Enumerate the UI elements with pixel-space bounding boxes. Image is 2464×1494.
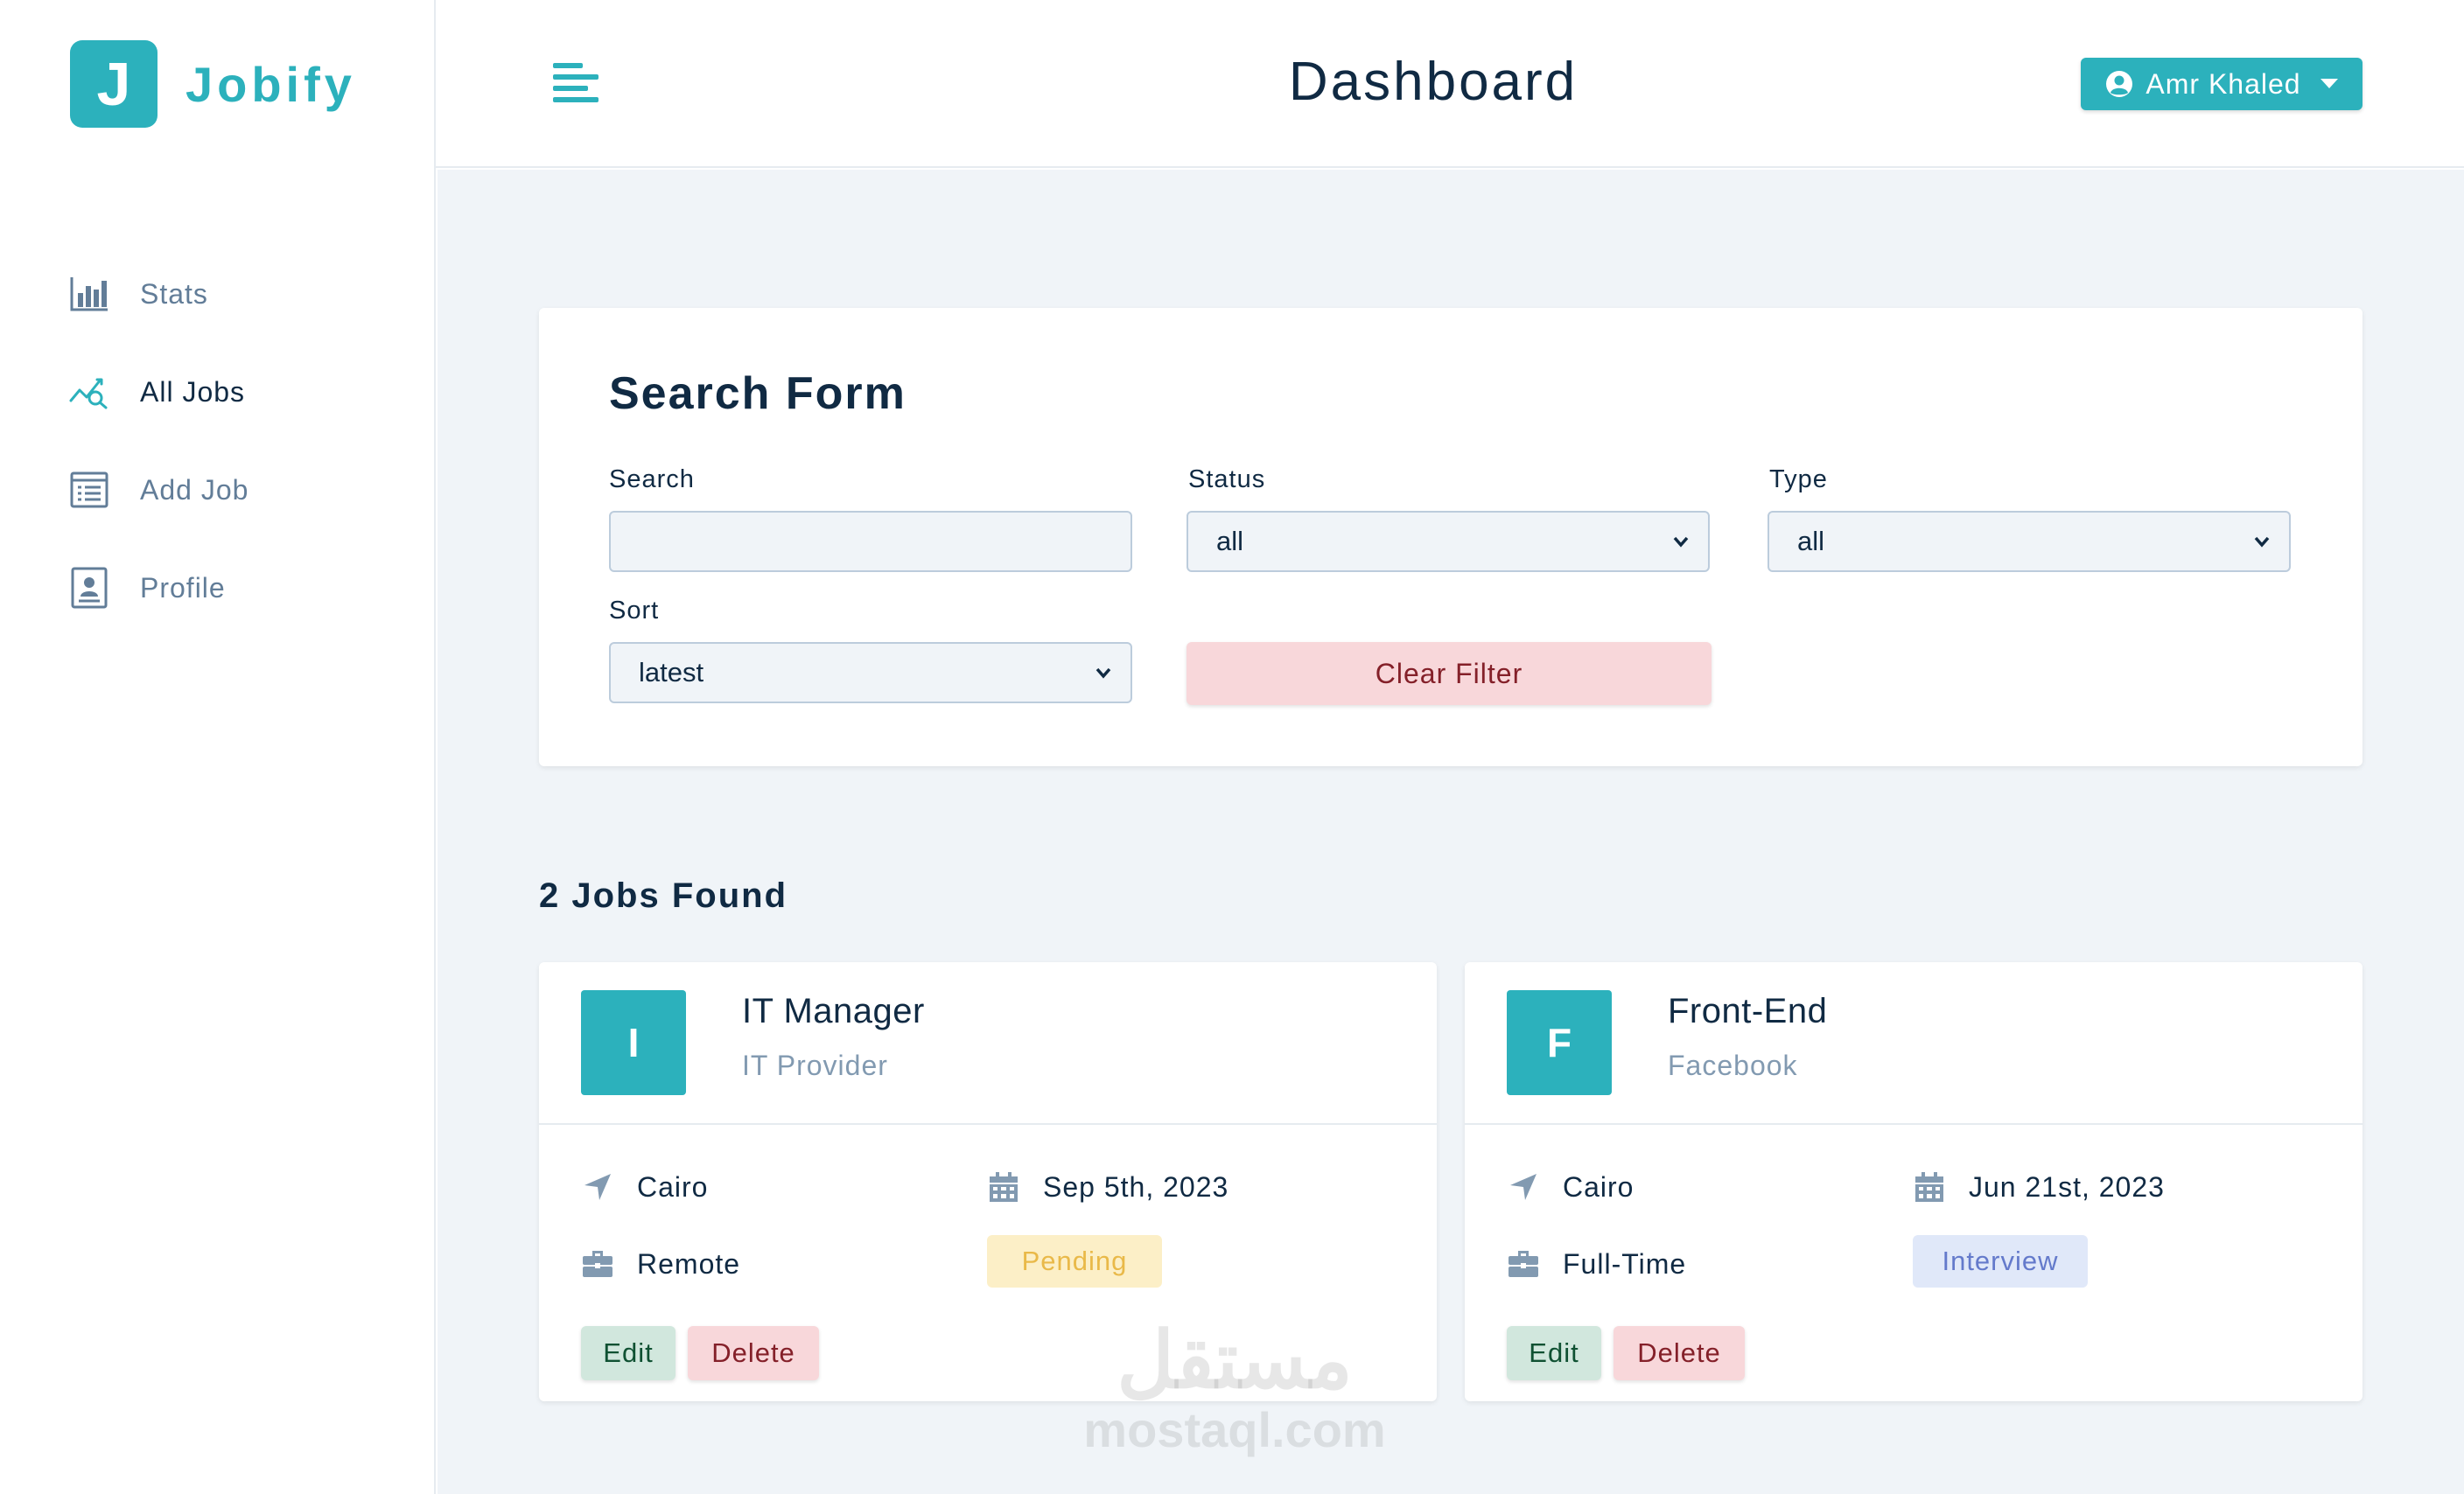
bar-chart-icon — [68, 273, 110, 315]
job-company: Facebook — [1668, 1050, 1798, 1081]
status-select-value: all — [1216, 526, 1244, 556]
chevron-down-icon — [1671, 532, 1690, 551]
job-location: Cairo — [581, 1170, 708, 1204]
caret-down-icon — [2320, 79, 2338, 89]
type-label: Type — [1769, 465, 1828, 493]
sort-label: Sort — [609, 597, 660, 625]
sidebar-item-stats[interactable]: Stats — [68, 245, 418, 343]
search-form: Search Form Search Status all Type all S… — [539, 308, 2362, 766]
logo-mark: J — [70, 40, 158, 128]
top-navbar: Dashboard Amr Khaled — [436, 0, 2464, 168]
job-location: Cairo — [1507, 1170, 1634, 1204]
sidebar-item-all-jobs[interactable]: All Jobs — [68, 343, 418, 441]
edit-button[interactable]: Edit — [581, 1326, 676, 1380]
logo-text: Jobify — [186, 56, 356, 112]
user-circle-icon — [2105, 70, 2133, 98]
job-date: Sep 5th, 2023 — [987, 1170, 1228, 1204]
sidebar-item-label: All Jobs — [140, 375, 246, 408]
calendar-icon — [987, 1170, 1020, 1204]
briefcase-icon — [581, 1247, 614, 1281]
job-position: IT Manager — [742, 992, 925, 1030]
user-menu-button[interactable]: Amr Khaled — [2081, 58, 2362, 110]
sidebar-item-profile[interactable]: Profile — [68, 539, 418, 637]
job-date: Jun 21st, 2023 — [1913, 1170, 2165, 1204]
edit-button[interactable]: Edit — [1507, 1326, 1601, 1380]
location-arrow-icon — [581, 1170, 614, 1204]
logo[interactable]: J Jobify — [70, 40, 356, 128]
sidebar-item-add-job[interactable]: Add Job — [68, 441, 418, 539]
clear-filter-button[interactable]: Clear Filter — [1186, 642, 1712, 705]
watermark-arabic: مستقل — [1116, 1317, 1353, 1405]
status-badge: Pending — [987, 1235, 1162, 1288]
sidebar-item-label: Add Job — [140, 473, 249, 506]
jobs-found-count: 2 Jobs Found — [539, 876, 788, 915]
job-company: IT Provider — [742, 1050, 888, 1081]
form-icon — [68, 469, 110, 511]
job-position: Front-End — [1668, 992, 1828, 1030]
status-label: Status — [1188, 465, 1266, 493]
type-select-value: all — [1797, 526, 1825, 556]
sort-select[interactable]: latest — [609, 642, 1132, 703]
menu-icon — [553, 63, 598, 102]
sidebar-nav: Stats All Jobs Add Job Profile — [68, 245, 418, 637]
type-select[interactable]: all — [1768, 511, 2291, 572]
sidebar-toggle-button[interactable] — [553, 61, 598, 107]
search-label: Search — [609, 465, 695, 493]
sidebar-item-label: Profile — [140, 571, 226, 604]
id-card-icon — [68, 567, 110, 609]
watermark: مستقل mostaql.com — [1082, 1321, 1388, 1458]
watermark-latin: mostaql.com — [1083, 1402, 1386, 1457]
sidebar: J Jobify Stats All Jobs Add Job Profile — [0, 0, 436, 1494]
location-arrow-icon — [1507, 1170, 1540, 1204]
chevron-down-icon — [2252, 532, 2272, 551]
job-card: F Front-End Facebook Cairo Jun 21st, 202… — [1465, 962, 2362, 1401]
status-badge: Interview — [1913, 1235, 2088, 1288]
briefcase-icon — [1507, 1247, 1540, 1281]
delete-button[interactable]: Delete — [688, 1326, 819, 1380]
job-location-text: Cairo — [1563, 1170, 1634, 1203]
chevron-down-icon — [1094, 663, 1113, 682]
job-type-text: Full-Time — [1563, 1247, 1687, 1280]
status-select[interactable]: all — [1186, 511, 1710, 572]
job-avatar: I — [581, 990, 686, 1095]
job-avatar: F — [1507, 990, 1612, 1095]
delete-button[interactable]: Delete — [1614, 1326, 1745, 1380]
job-type: Full-Time — [1507, 1247, 1686, 1281]
job-type-text: Remote — [637, 1247, 741, 1280]
job-location-text: Cairo — [637, 1170, 709, 1203]
page-title: Dashboard — [1288, 52, 1578, 112]
search-input[interactable] — [609, 511, 1132, 572]
job-card-header: I IT Manager IT Provider — [539, 962, 1437, 1125]
job-type: Remote — [581, 1247, 740, 1281]
job-date-text: Sep 5th, 2023 — [1043, 1170, 1229, 1203]
sort-select-value: latest — [639, 657, 704, 688]
job-date-text: Jun 21st, 2023 — [1969, 1170, 2165, 1203]
chart-search-icon — [68, 371, 110, 413]
search-form-title: Search Form — [609, 368, 906, 419]
user-name: Amr Khaled — [2146, 67, 2301, 100]
job-card-header: F Front-End Facebook — [1465, 962, 2362, 1125]
calendar-icon — [1913, 1170, 1946, 1204]
main-content: Search Form Search Status all Type all S… — [438, 170, 2464, 1494]
sidebar-item-label: Stats — [140, 277, 208, 310]
